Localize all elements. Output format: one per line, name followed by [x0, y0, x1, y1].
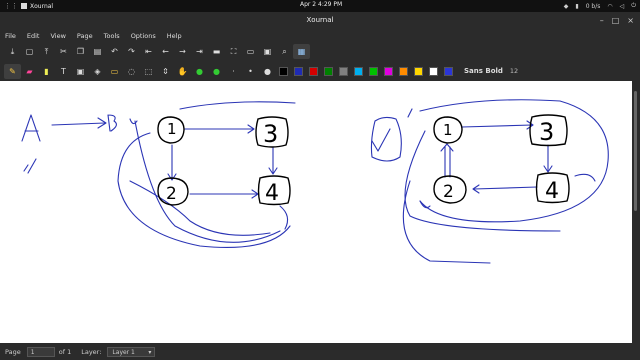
- color-light-green[interactable]: [369, 66, 378, 76]
- layer-label: Layer:: [81, 347, 102, 356]
- hand-icon[interactable]: ✋: [174, 64, 191, 79]
- menu-options[interactable]: Options: [131, 32, 156, 40]
- system-top-bar: ⋮⋮ Xournal Apr 2 4:29 PM ◆ ▮ 0 b/s ◠ ◁ ⏻: [0, 0, 640, 12]
- grid-icon: ⋮⋮: [4, 2, 18, 10]
- undo-icon[interactable]: ↶: [106, 44, 123, 59]
- color-gray[interactable]: [339, 66, 348, 76]
- battery-icon[interactable]: ▮: [575, 3, 578, 10]
- drawing-canvas[interactable]: 1 3 2 4 1 3 2 4: [0, 81, 632, 343]
- lasso-icon[interactable]: ◌: [123, 64, 140, 79]
- node-right-2: 2: [443, 182, 454, 202]
- status-bar: Page 1 of 1 Layer: Layer 1 ▾: [0, 343, 640, 360]
- next-page-icon[interactable]: →: [174, 44, 191, 59]
- ruler-icon[interactable]: ▭: [106, 64, 123, 79]
- clock[interactable]: Apr 2 4:29 PM: [300, 1, 342, 8]
- chevron-down-icon: ▾: [148, 348, 152, 356]
- vertical-space-icon[interactable]: ⇕: [157, 64, 174, 79]
- image-icon[interactable]: ▣: [72, 64, 89, 79]
- redo-icon[interactable]: ↷: [123, 44, 140, 59]
- page-label: Page: [5, 347, 21, 356]
- wifi-icon[interactable]: ◠: [607, 3, 612, 10]
- color-light-blue[interactable]: [354, 66, 363, 76]
- export-icon[interactable]: ⤒: [38, 44, 55, 59]
- color-blue[interactable]: [294, 66, 303, 76]
- maximize-button[interactable]: □: [612, 16, 620, 25]
- zoom-in-icon[interactable]: ▭: [242, 44, 259, 59]
- cut-icon[interactable]: ✂: [55, 44, 72, 59]
- font-name[interactable]: Sans Bold: [464, 67, 503, 75]
- menu-view[interactable]: View: [50, 32, 65, 40]
- layer-value: Layer 1: [112, 348, 135, 356]
- node-left-1: 1: [167, 120, 177, 138]
- node-right-4: 4: [545, 179, 559, 204]
- rect-select-icon[interactable]: ⬚: [140, 64, 157, 79]
- paste-icon[interactable]: ▤: [89, 44, 106, 59]
- window-title-bar[interactable]: Xournal – □ ×: [0, 12, 640, 29]
- node-right-1: 1: [443, 121, 453, 139]
- node-left-3: 3: [263, 120, 278, 148]
- menu-file[interactable]: File: [5, 32, 16, 40]
- page-number-input[interactable]: 1: [26, 346, 55, 357]
- color-orange[interactable]: [399, 66, 408, 76]
- volume-icon[interactable]: ◁: [620, 3, 625, 10]
- copy-icon[interactable]: ❐: [72, 44, 89, 59]
- main-toolbar: ⤓ ▢ ⤒ ✂ ❐ ▤ ↶ ↷ ⇤ ← → ⇥ ▬ ⛶ ▭ ▣ ⌕ ▦: [0, 42, 640, 61]
- network-speed: 0 b/s: [585, 2, 601, 10]
- first-page-icon[interactable]: ⇤: [140, 44, 157, 59]
- power-icon[interactable]: ⏻: [631, 2, 636, 10]
- new-page-icon[interactable]: ▢: [21, 44, 38, 59]
- activities[interactable]: ⋮⋮ Xournal: [0, 2, 254, 10]
- menu-edit[interactable]: Edit: [27, 32, 40, 40]
- highlighter-icon[interactable]: ▮: [38, 64, 55, 79]
- default-eraser-icon[interactable]: ●: [208, 64, 225, 79]
- text-icon[interactable]: T: [55, 64, 72, 79]
- eraser-icon[interactable]: ▰: [21, 64, 38, 79]
- page-width-icon[interactable]: ▣: [259, 44, 276, 59]
- window-title: Xournal: [306, 16, 334, 24]
- thin-icon[interactable]: ·: [225, 64, 242, 79]
- color-red[interactable]: [309, 66, 318, 76]
- color-black[interactable]: [279, 66, 288, 76]
- zoom-out-icon[interactable]: ▬: [208, 44, 225, 59]
- color-white[interactable]: [429, 66, 438, 76]
- color-magenta[interactable]: [384, 66, 393, 76]
- node-left-2: 2: [166, 184, 177, 204]
- node-right-3: 3: [539, 118, 554, 146]
- medium-icon[interactable]: •: [242, 64, 259, 79]
- dropbox-icon[interactable]: ◆: [564, 3, 569, 10]
- zoom-fit-icon[interactable]: ⛶: [225, 44, 242, 59]
- last-page-icon[interactable]: ⇥: [191, 44, 208, 59]
- search-icon[interactable]: ⌕: [276, 44, 293, 59]
- menu-bar: File Edit View Page Tools Options Help: [0, 29, 640, 42]
- active-app-name: Xournal: [30, 2, 54, 10]
- save-icon[interactable]: ⤓: [4, 44, 21, 59]
- vertical-scrollbar[interactable]: [632, 81, 640, 343]
- fullscreen-icon[interactable]: ▦: [293, 44, 310, 59]
- pen-icon[interactable]: ✎: [4, 63, 21, 79]
- minimize-button[interactable]: –: [600, 16, 604, 25]
- app-icon: [21, 3, 27, 9]
- menu-help[interactable]: Help: [167, 32, 182, 40]
- system-tray: ◆ ▮ 0 b/s ◠ ◁ ⏻: [564, 0, 636, 12]
- shape-icon[interactable]: ◈: [89, 64, 106, 79]
- font-size[interactable]: 12: [510, 67, 518, 75]
- color-green[interactable]: [324, 66, 333, 76]
- node-left-4: 4: [265, 181, 279, 206]
- layer-select[interactable]: Layer 1 ▾: [107, 346, 156, 357]
- default-pen-icon[interactable]: ●: [191, 64, 208, 79]
- pen-toolbar: ✎ ▰ ▮ T ▣ ◈ ▭ ◌ ⬚ ⇕ ✋ ● ● · • ● Sans Bol…: [0, 61, 640, 81]
- scrollbar-thumb[interactable]: [634, 91, 637, 211]
- menu-tools[interactable]: Tools: [104, 32, 120, 40]
- page-count: of 1: [58, 347, 72, 356]
- ink-layer: 1 3 2 4 1 3 2 4: [21, 99, 609, 264]
- color-yellow[interactable]: [414, 66, 423, 76]
- close-button[interactable]: ×: [627, 16, 634, 25]
- thick-icon[interactable]: ●: [259, 64, 276, 79]
- prev-page-icon[interactable]: ←: [157, 44, 174, 59]
- menu-page[interactable]: Page: [77, 32, 93, 40]
- color-custom[interactable]: [444, 66, 453, 76]
